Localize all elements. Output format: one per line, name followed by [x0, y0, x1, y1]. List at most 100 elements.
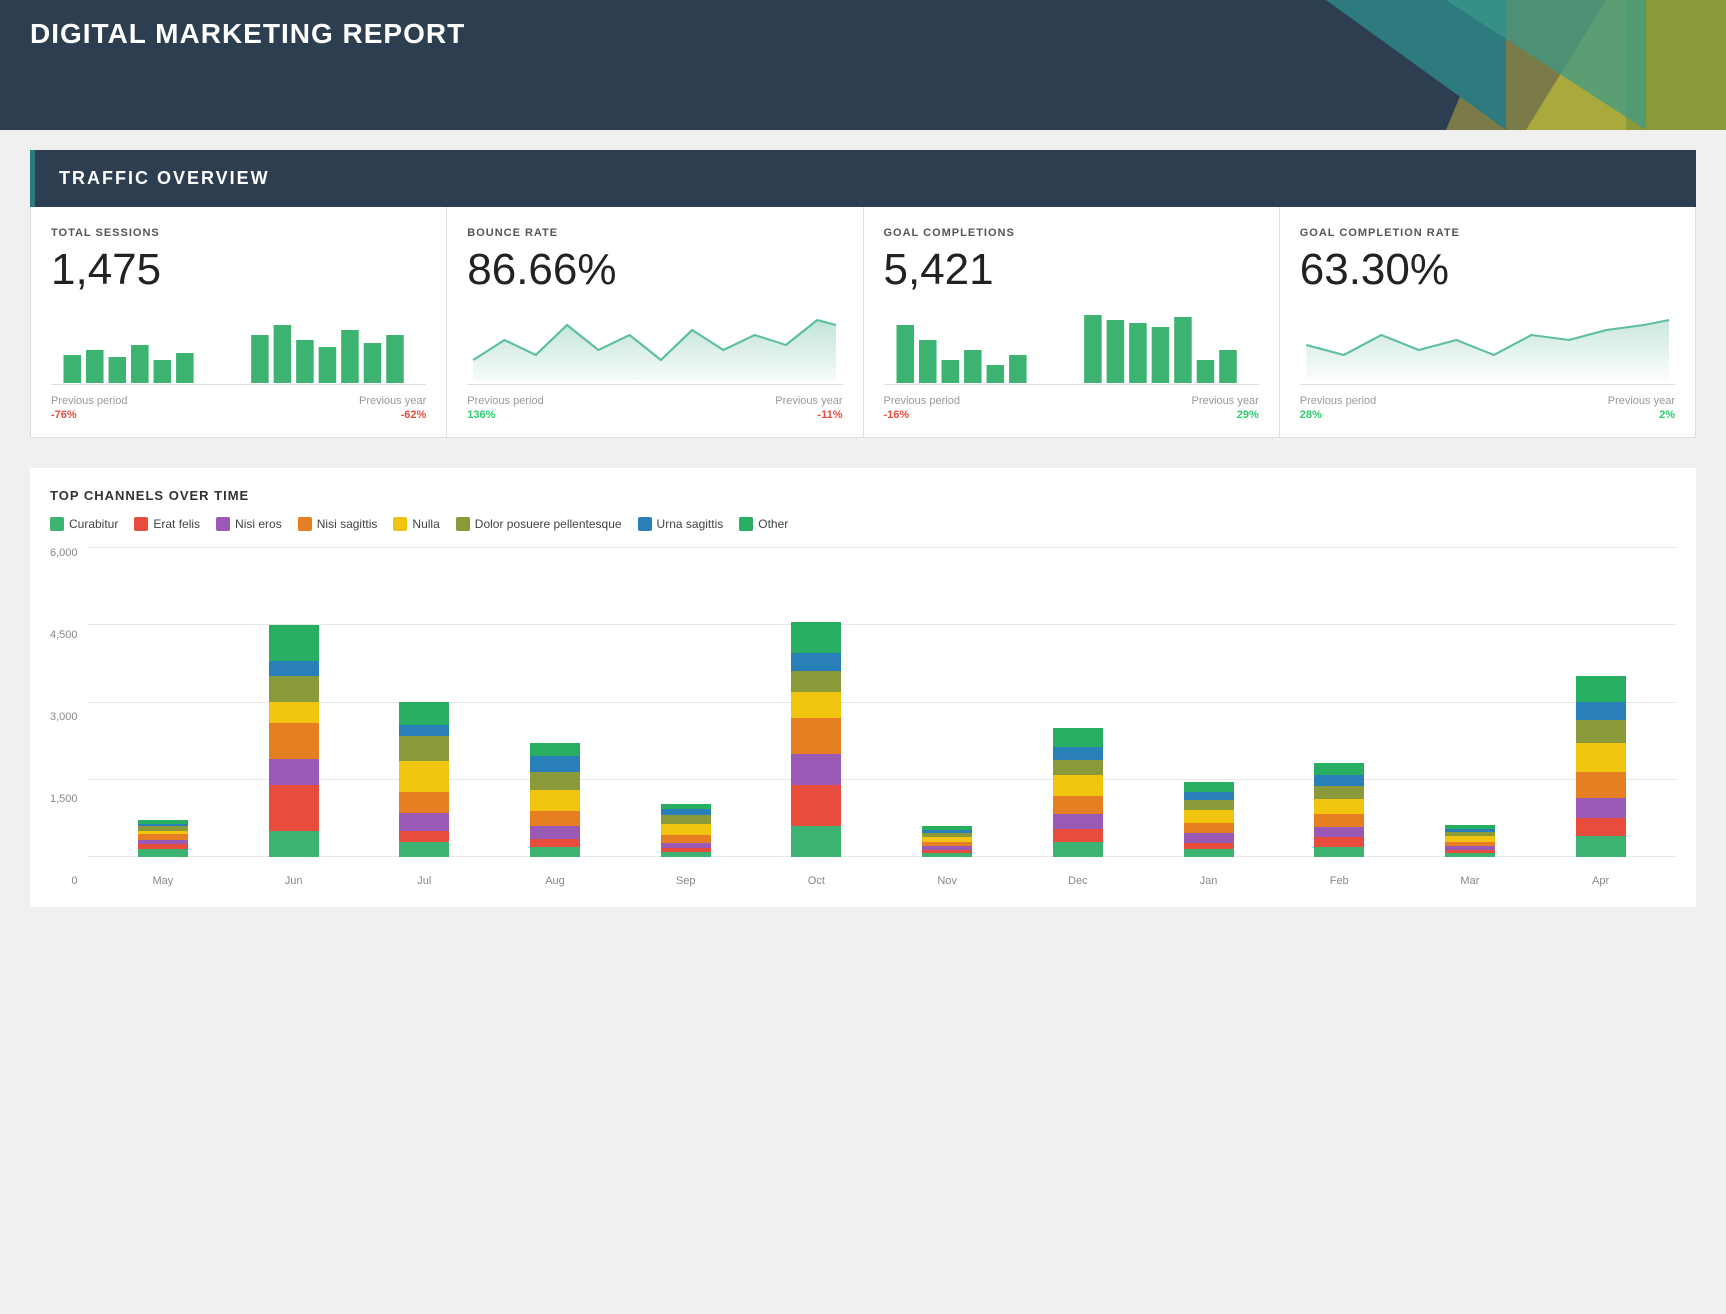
bar-segment	[399, 792, 449, 813]
bar-group	[530, 743, 580, 857]
top-channels-section: TOP CHANNELS OVER TIME CurabiturErat fel…	[30, 468, 1696, 907]
bar-segment	[791, 826, 841, 857]
stacked-bar	[530, 743, 580, 857]
bar-segment	[1184, 823, 1234, 833]
kpi-goal-rate: GOAL COMPLETION RATE 63.30% Previous	[1280, 207, 1695, 437]
legend-label: Urna sagittis	[657, 517, 724, 531]
stacked-bar	[269, 625, 319, 858]
bar-segment	[269, 676, 319, 702]
bar-segment	[399, 761, 449, 792]
bar-segment	[269, 661, 319, 677]
bar-group	[1314, 762, 1364, 857]
bar-segment	[1184, 833, 1234, 842]
bar-segment	[1576, 818, 1626, 836]
bar-segment	[399, 736, 449, 762]
bar-group	[661, 804, 711, 857]
bar-segment	[1184, 843, 1234, 850]
x-axis-label: Nov	[917, 875, 977, 887]
bar-segment	[399, 813, 449, 831]
x-axis-label: Mar	[1440, 875, 1500, 887]
kpi-chart-rate	[1300, 305, 1675, 385]
bar-segment	[269, 759, 319, 785]
bar-segment	[661, 852, 711, 857]
kpi-chart-sessions	[51, 305, 426, 385]
legend-item: Dolor posuere pellentesque	[456, 517, 622, 531]
kpi-py-val-s: -62%	[359, 409, 426, 421]
kpi-bounce-rate: BOUNCE RATE 86.66% Previous period	[447, 207, 863, 437]
bar-segment	[1576, 798, 1626, 819]
legend-label: Erat felis	[153, 517, 200, 531]
legend-item: Nulla	[393, 517, 439, 531]
legend-item: Erat felis	[134, 517, 200, 531]
bar-chart-area: MayJunJulAugSepOctNovDecJanFebMarApr	[88, 547, 1676, 887]
kpi-label-rate: GOAL COMPLETION RATE	[1300, 227, 1675, 239]
bar-segment	[1314, 847, 1364, 857]
bar-segment	[1053, 775, 1103, 796]
y-axis-label: 0	[50, 875, 78, 887]
stacked-bar	[1445, 825, 1495, 857]
legend-color	[456, 517, 470, 531]
kpi-py-label-r: Previous year	[1608, 395, 1675, 407]
bar-group	[269, 625, 319, 858]
kpi-py-label-g: Previous year	[1191, 395, 1258, 407]
header: DIGITAL MARKETING REPORT	[0, 0, 1726, 130]
y-axis-label: 6,000	[50, 547, 78, 559]
bar-segment	[530, 756, 580, 772]
x-labels: MayJunJulAugSepOctNovDecJanFebMarApr	[88, 875, 1676, 887]
kpi-pp-label-g: Previous period	[884, 395, 960, 407]
bar-segment	[399, 702, 449, 725]
bar-segment	[1053, 796, 1103, 814]
bar-group	[791, 622, 841, 857]
bar-segment	[399, 831, 449, 841]
y-axis: 6,000 4,500 3,000 1,500 0	[50, 547, 78, 887]
top-channels-title: TOP CHANNELS OVER TIME	[50, 488, 1676, 503]
legend-label: Nulla	[412, 517, 439, 531]
bar-segment	[269, 785, 319, 832]
legend-label: Dolor posuere pellentesque	[475, 517, 622, 531]
bar-segment	[1314, 827, 1364, 837]
stacked-bar	[399, 702, 449, 857]
bar-segment	[1314, 775, 1364, 785]
stacked-bar	[922, 826, 972, 857]
bar-segment	[530, 826, 580, 839]
kpi-chart-bounce	[467, 305, 842, 385]
stacked-bar	[1314, 762, 1364, 857]
bar-segment	[399, 842, 449, 858]
bar-segment	[1314, 786, 1364, 799]
stacked-bar	[1576, 676, 1626, 857]
bar-segment	[661, 824, 711, 834]
bar-segment	[1314, 814, 1364, 827]
bar-segment	[791, 754, 841, 785]
bar-segment	[1053, 760, 1103, 776]
bar-group	[922, 826, 972, 857]
bar-segment	[791, 785, 841, 826]
stacked-bar	[1184, 782, 1234, 857]
bar-segment	[1053, 814, 1103, 828]
bar-segment	[1314, 763, 1364, 776]
bar-segment	[530, 743, 580, 756]
bar-segment	[269, 831, 319, 857]
bar-segment	[1053, 728, 1103, 747]
legend-color	[739, 517, 753, 531]
kpi-footer-sessions: Previous period -76% Previous year -62%	[51, 395, 426, 421]
x-axis-label: Aug	[525, 875, 585, 887]
bar-segment	[1053, 829, 1103, 842]
stacked-bar	[1053, 728, 1103, 857]
bar-segment	[1184, 792, 1234, 800]
bars-container	[88, 547, 1676, 857]
y-axis-label: 3,000	[50, 711, 78, 723]
traffic-overview-header: TRAFFIC OVERVIEW	[30, 150, 1696, 207]
bar-segment	[1576, 743, 1626, 771]
kpi-pp-val-s: -76%	[51, 409, 127, 421]
bar-group	[399, 702, 449, 857]
y-axis-label: 4,500	[50, 629, 78, 641]
bar-segment	[661, 815, 711, 824]
traffic-overview-title: TRAFFIC OVERVIEW	[59, 168, 1672, 189]
bar-segment	[1576, 772, 1626, 798]
kpi-value-sessions: 1,475	[51, 245, 426, 295]
x-axis-label: Jul	[394, 875, 454, 887]
bar-segment	[791, 671, 841, 692]
y-axis-label: 1,500	[50, 793, 78, 805]
x-axis-label: Feb	[1309, 875, 1369, 887]
bar-segment	[1053, 747, 1103, 760]
